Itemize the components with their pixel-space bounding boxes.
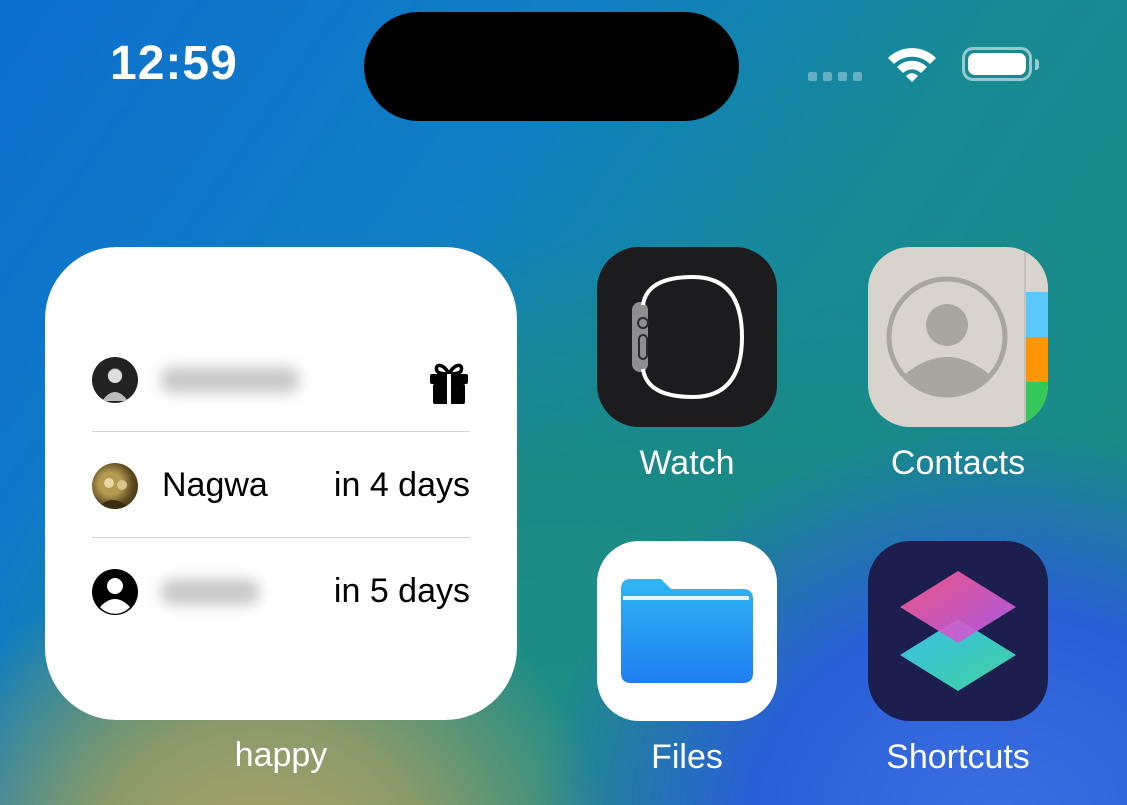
app-label-shortcuts: Shortcuts [886, 738, 1030, 776]
status-bar-time: 12:59 [110, 37, 238, 90]
birthday-countdown: in 5 days [333, 572, 470, 610]
widget-label: happy [234, 736, 328, 774]
dynamic-island [364, 12, 739, 121]
widget-row[interactable] [92, 352, 470, 408]
divider [92, 431, 470, 432]
wifi-icon [888, 48, 936, 82]
cellular-signal-icon [808, 72, 862, 81]
birthday-countdown: in 4 days [333, 466, 470, 504]
widget-row[interactable]: Nagwa in 4 days [92, 458, 470, 514]
divider [92, 537, 470, 538]
shortcuts-icon [900, 571, 1016, 691]
watch-icon [632, 274, 745, 400]
watch-app[interactable] [597, 247, 777, 427]
files-app[interactable] [597, 541, 777, 721]
blurred-name [160, 367, 300, 393]
person-placeholder-icon [92, 569, 138, 615]
contact-avatar [92, 357, 138, 403]
widget-row[interactable]: in 5 days [92, 564, 470, 620]
contact-avatar [92, 463, 138, 509]
shortcuts-app[interactable] [868, 541, 1048, 721]
files-icon [621, 579, 753, 683]
contacts-icon [886, 247, 1048, 427]
app-label-watch: Watch [639, 444, 735, 482]
blurred-name [160, 579, 260, 605]
app-label-contacts: Contacts [890, 444, 1026, 482]
birthday-widget[interactable]: Nagwa in 4 days in 5 days [45, 247, 517, 720]
app-label-files: Files [651, 738, 723, 776]
contact-name: Nagwa [162, 466, 268, 504]
contacts-app[interactable] [868, 247, 1048, 427]
battery-icon [962, 47, 1039, 81]
gift-icon [430, 363, 468, 404]
